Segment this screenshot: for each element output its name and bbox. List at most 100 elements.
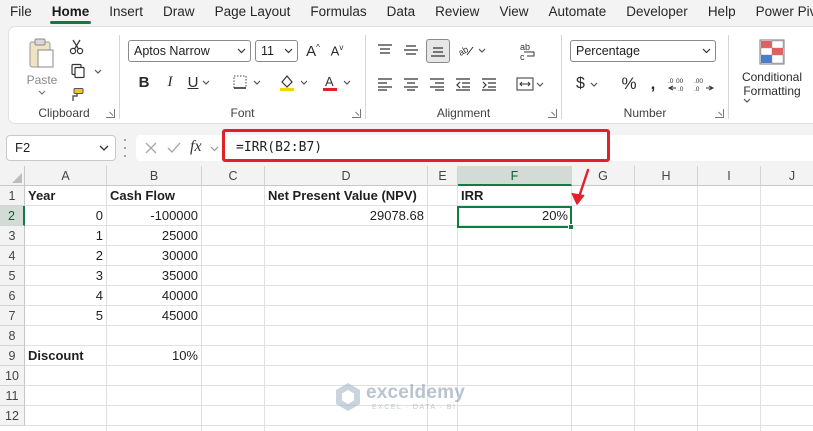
bold-button[interactable]: B <box>134 71 154 93</box>
font-name-select[interactable]: Aptos Narrow <box>128 40 251 62</box>
menu-home[interactable]: Home <box>42 0 100 24</box>
decrease-font-size-button[interactable]: Av <box>326 40 348 62</box>
increase-font-size-button[interactable]: A^ <box>302 40 324 62</box>
clipboard-launcher-icon[interactable] <box>106 109 115 118</box>
cancel-icon[interactable] <box>144 141 158 155</box>
align-right-icon <box>430 78 444 91</box>
bottom-align-button[interactable] <box>426 39 450 63</box>
decrease-decimal-button[interactable]: .00.0 <box>692 73 716 95</box>
increase-indent-button[interactable] <box>478 73 500 95</box>
column-header-d[interactable]: D <box>265 166 428 186</box>
merge-center-button[interactable] <box>514 73 546 95</box>
svg-text:.0: .0 <box>678 86 684 92</box>
cut-button[interactable] <box>67 37 87 57</box>
enter-icon[interactable] <box>166 141 182 155</box>
cell-a3[interactable]: 1 <box>25 226 107 246</box>
cell-b7[interactable]: 45000 <box>107 306 202 326</box>
conditional-formatting-label-2: Formatting <box>743 84 801 103</box>
select-all-corner[interactable] <box>0 166 25 186</box>
column-header-j[interactable]: J <box>761 166 813 186</box>
fill-handle[interactable] <box>568 224 574 230</box>
menu-insert[interactable]: Insert <box>99 0 153 24</box>
borders-button[interactable] <box>228 71 264 93</box>
percent-style-button[interactable]: % <box>618 73 640 95</box>
name-box-value: F2 <box>15 140 31 155</box>
cell-a2[interactable]: 0 <box>25 206 107 226</box>
decrease-indent-button[interactable] <box>452 73 474 95</box>
paste-label: Paste <box>26 73 58 87</box>
column-header-e[interactable]: E <box>428 166 458 186</box>
middle-align-button[interactable] <box>400 39 422 61</box>
align-left-button[interactable] <box>374 73 396 95</box>
dollar-icon: $ <box>576 75 585 92</box>
font-color-button[interactable]: A <box>318 71 354 93</box>
formula-bar-splitter-icon[interactable] <box>122 139 128 157</box>
cell-b1[interactable]: Cash Flow <box>107 186 202 206</box>
column-header-a[interactable]: A <box>25 166 107 186</box>
menu-power-pivot[interactable]: Power Pivot <box>746 0 813 24</box>
accounting-format-button[interactable]: $ <box>570 73 604 95</box>
column-header-b[interactable]: B <box>107 166 202 186</box>
column-header-f[interactable]: F <box>458 166 572 186</box>
cell-f1[interactable]: IRR <box>458 186 572 206</box>
conditional-formatting-icon <box>759 39 785 64</box>
cell-a4[interactable]: 2 <box>25 246 107 266</box>
name-box[interactable]: F2 <box>6 135 116 161</box>
copy-button[interactable] <box>67 61 105 81</box>
format-painter-button[interactable] <box>67 85 87 105</box>
menu-file[interactable]: File <box>0 0 42 24</box>
font-launcher-icon[interactable] <box>352 109 361 118</box>
cell-b3[interactable]: 25000 <box>107 226 202 246</box>
comma-style-button[interactable]: , <box>644 73 662 95</box>
paste-button[interactable]: Paste <box>23 35 61 97</box>
increase-decimal-button[interactable]: .0 00.0 <box>666 73 690 95</box>
number-launcher-icon[interactable] <box>715 109 724 118</box>
font-size-select[interactable]: 11 <box>255 40 298 62</box>
column-header-c[interactable]: C <box>202 166 265 186</box>
chevron-down-icon <box>536 82 544 87</box>
menu-formulas[interactable]: Formulas <box>300 0 376 24</box>
cell-b5[interactable]: 35000 <box>107 266 202 286</box>
wrap-text-button[interactable]: ab c <box>514 39 542 65</box>
cell-a5[interactable]: 3 <box>25 266 107 286</box>
menu-draw[interactable]: Draw <box>153 0 205 24</box>
cell-a1[interactable]: Year <box>25 186 107 206</box>
cell-b6[interactable]: 40000 <box>107 286 202 306</box>
copy-icon <box>71 63 85 79</box>
bold-icon: B <box>138 73 150 91</box>
number-format-select[interactable]: Percentage <box>570 40 716 62</box>
cell-b4[interactable]: 30000 <box>107 246 202 266</box>
cell-d2[interactable]: 29078.68 <box>265 206 428 226</box>
cell-a6[interactable]: 4 <box>25 286 107 306</box>
menu-help[interactable]: Help <box>698 0 746 24</box>
menu-page-layout[interactable]: Page Layout <box>205 0 301 24</box>
increase-indent-icon <box>482 78 496 91</box>
styles-group: Conditional Formatting S <box>729 27 813 125</box>
conditional-formatting-button[interactable]: Conditional Formatting <box>735 35 809 105</box>
underline-button[interactable]: U <box>184 71 214 93</box>
svg-text:00: 00 <box>676 78 684 85</box>
cell-a7[interactable]: 5 <box>25 306 107 326</box>
align-center-button[interactable] <box>400 73 422 95</box>
fill-color-button[interactable] <box>275 71 311 93</box>
italic-button[interactable]: I <box>160 71 180 93</box>
cell-d1[interactable]: Net Present Value (NPV) <box>265 186 428 206</box>
alignment-launcher-icon[interactable] <box>548 109 557 118</box>
orientation-button[interactable]: ab <box>454 39 488 61</box>
menu-automate[interactable]: Automate <box>538 0 616 24</box>
align-right-button[interactable] <box>426 73 448 95</box>
menu-review[interactable]: Review <box>425 0 489 24</box>
menu-developer[interactable]: Developer <box>616 0 698 24</box>
menu-view[interactable]: View <box>489 0 538 24</box>
svg-text:A: A <box>325 74 334 89</box>
insert-function-icon[interactable]: fx <box>190 138 202 156</box>
cell-b9[interactable]: 10% <box>107 346 202 366</box>
menu-data[interactable]: Data <box>377 0 426 24</box>
cell-a9[interactable]: Discount <box>25 346 107 366</box>
top-align-button[interactable] <box>374 39 396 61</box>
middle-align-icon <box>404 45 418 55</box>
number-format-value: Percentage <box>576 44 640 58</box>
column-header-i[interactable]: I <box>698 166 761 186</box>
column-header-h[interactable]: H <box>635 166 698 186</box>
cell-b2[interactable]: -100000 <box>107 206 202 226</box>
